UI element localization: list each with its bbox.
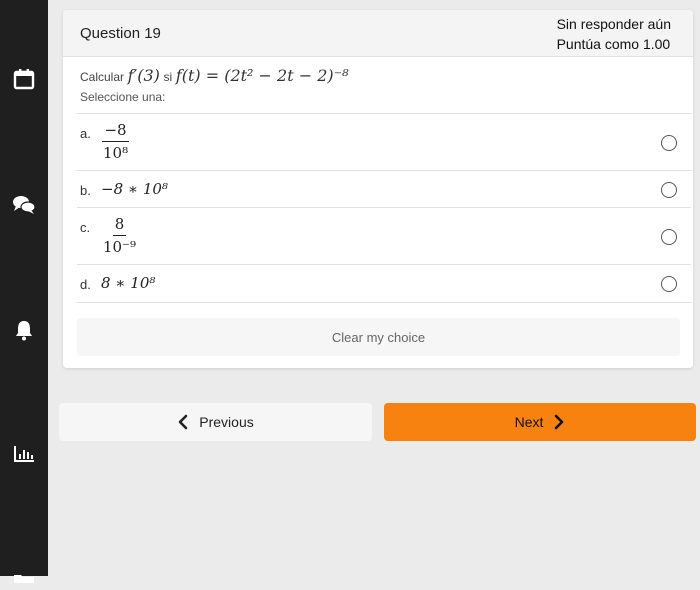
option-value: 8 ∗ 10⁸ — [101, 274, 156, 292]
question-header: Question 19 Sin responder aún Puntúa com… — [63, 10, 693, 57]
answer-option-a[interactable]: a. −8 10⁸ — [77, 113, 691, 171]
chat-icon[interactable] — [12, 193, 36, 217]
option-numerator: 8 — [112, 215, 127, 236]
question-grade: Puntúa como 1.00 — [556, 36, 671, 52]
option-value: 8 10⁻⁹ — [101, 215, 138, 256]
question-prefix: Calcular — [80, 70, 125, 84]
options-divider — [77, 302, 691, 303]
question-text: Calcular f′(3) si f(t) = (2t² − 2t − 2)⁻… — [80, 66, 349, 85]
folder-icon[interactable] — [12, 566, 36, 590]
next-button[interactable]: Next — [384, 403, 696, 441]
question-function-expression: f(t) = (2t² − 2t − 2)⁻⁸ — [175, 66, 349, 85]
question-connector: si — [163, 70, 173, 84]
clear-choice-button[interactable]: Clear my choice — [77, 318, 680, 356]
chevron-left-icon — [178, 414, 188, 430]
next-label: Next — [514, 414, 544, 430]
question-info: Sin responder aún Puntúa como 1.00 — [557, 14, 671, 54]
question-target-expression: f′(3) — [127, 66, 160, 85]
previous-label: Previous — [199, 414, 254, 430]
option-letter: b. — [80, 183, 91, 198]
option-denominator: 10⁸ — [103, 144, 129, 162]
option-value: −8 ∗ 10⁸ — [101, 180, 168, 198]
sidebar — [0, 0, 48, 583]
option-letter: c. — [80, 220, 91, 235]
option-value: −8 10⁸ — [101, 121, 130, 162]
option-radio[interactable] — [661, 182, 677, 198]
option-radio[interactable] — [661, 135, 677, 151]
chevron-right-icon — [555, 414, 564, 430]
question-instruction: Seleccione una: — [80, 90, 166, 104]
option-numerator: −8 — [102, 121, 129, 142]
answer-option-b[interactable]: b. −8 ∗ 10⁸ — [77, 170, 691, 208]
calendar-icon[interactable] — [12, 67, 36, 91]
option-radio[interactable] — [661, 229, 677, 245]
option-letter: a. — [80, 126, 91, 141]
option-letter: d. — [80, 277, 91, 292]
answer-option-d[interactable]: d. 8 ∗ 10⁸ — [77, 264, 691, 303]
bell-icon[interactable] — [12, 318, 36, 342]
answer-option-c[interactable]: c. 8 10⁻⁹ — [77, 207, 691, 265]
question-card: Question 19 Sin responder aún Puntúa com… — [63, 10, 693, 368]
previous-button[interactable]: Previous — [59, 403, 372, 441]
bar-chart-icon[interactable] — [12, 442, 36, 466]
option-radio[interactable] — [661, 276, 677, 292]
question-number: Question 19 — [80, 25, 161, 42]
option-denominator: 10⁻⁹ — [103, 238, 137, 256]
question-status: Sin responder aún — [556, 16, 671, 32]
